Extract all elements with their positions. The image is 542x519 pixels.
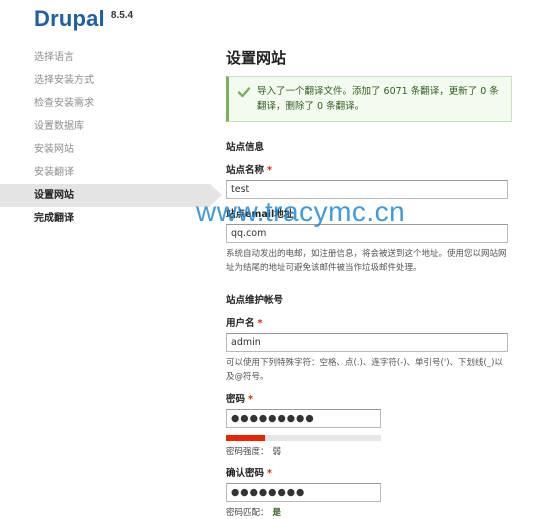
site-email-label: 站点email地址 <box>226 209 294 220</box>
brand-name: Drupal <box>34 6 105 31</box>
required-marker: * <box>257 318 263 329</box>
password-label: 密码 * <box>226 393 512 406</box>
password-input[interactable] <box>226 409 381 428</box>
step-install-translation: 安装翻译 <box>34 167 74 178</box>
check-icon <box>237 87 251 98</box>
password-strength-value: 弱 <box>272 447 282 457</box>
step-install-site: 安装网站 <box>34 144 74 155</box>
required-marker: * <box>267 468 272 479</box>
required-marker: * <box>248 394 253 405</box>
confirm-password-label: 确认密码 * <box>226 467 512 480</box>
account-legend: 站点维护帐号 <box>226 295 284 306</box>
password-strength-label: 密码强度： <box>226 447 269 457</box>
status-message-text: 导入了一个翻译文件。添加了 6071 条翻译，更新了 0 条翻译，删除了 0 条… <box>257 86 499 112</box>
brand-version: 8.5.4 <box>110 10 134 21</box>
main-content: 设置网站 导入了一个翻译文件。添加了 6071 条翻译，更新了 0 条翻译，删除… <box>226 46 512 519</box>
password-match-value: 是 <box>272 508 282 518</box>
page-title: 设置网站 <box>226 49 287 67</box>
password-match: 密码匹配：是 <box>226 507 512 519</box>
step-verify-requirements: 检查安装需求 <box>34 98 94 109</box>
site-name-label-text: 站点名称 <box>226 165 265 176</box>
install-steps: 选择语言 选择安装方式 检查安装需求 设置数据库 安装网站 安装翻译 设置网站 … <box>0 46 222 230</box>
brand: Drupal 8.5.4 <box>34 6 133 32</box>
password-strength-fill <box>226 435 265 441</box>
step-choose-profile: 选择安装方式 <box>34 75 94 86</box>
site-email-input[interactable] <box>226 224 508 243</box>
step-finish-translation: 完成翻译 <box>34 213 74 224</box>
step-choose-language: 选择语言 <box>34 52 74 63</box>
site-info-legend: 站点信息 <box>226 142 265 153</box>
password-strength: 密码强度：弱 <box>226 446 512 458</box>
username-label: 用户名 * <box>226 317 512 330</box>
confirm-password-input[interactable] <box>226 483 381 502</box>
required-marker: * <box>267 165 272 176</box>
password-strength-bar <box>226 435 381 441</box>
confirm-password-label-text: 确认密码 <box>226 468 265 479</box>
password-match-label: 密码匹配： <box>226 508 269 518</box>
site-name-input[interactable] <box>226 180 508 199</box>
step-setup-database: 设置数据库 <box>34 121 84 132</box>
username-description: 可以使用下列特殊字符：空格、点(.)、连字符(-)、单引号(')、下划线(_)以… <box>226 358 503 382</box>
step-configure-site: 设置网站 <box>0 184 222 207</box>
password-label-text: 密码 <box>226 394 246 405</box>
username-label-text: 用户名 <box>226 318 255 329</box>
site-email-description: 系统自动发出的电邮，如注册信息，将会被送到这个地址。使用您以网站网址为结尾的地址… <box>226 249 507 273</box>
username-input[interactable] <box>226 333 508 352</box>
status-message: 导入了一个翻译文件。添加了 6071 条翻译，更新了 0 条翻译，删除了 0 条… <box>226 76 512 122</box>
site-name-label: 站点名称 * <box>226 164 512 177</box>
